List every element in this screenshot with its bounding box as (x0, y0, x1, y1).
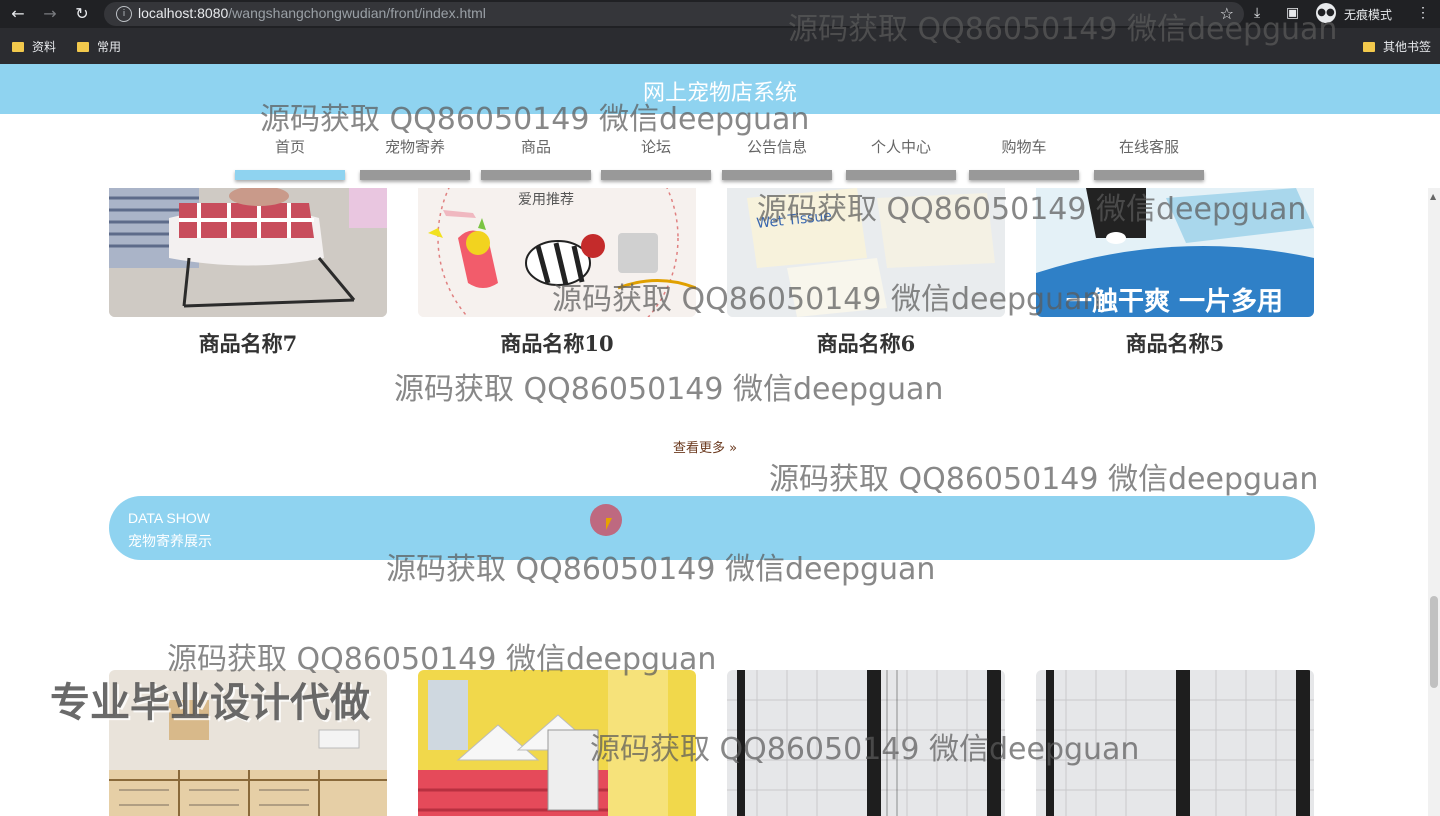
nav-home[interactable]: 首页 (235, 136, 345, 180)
folder-icon (77, 42, 89, 52)
bookmark-star-icon[interactable]: ☆ (1220, 4, 1234, 23)
nav-forum[interactable]: 论坛 (601, 136, 711, 180)
other-bookmarks[interactable]: 其他书签 (1363, 38, 1431, 55)
section-title-cn: 宠物寄养展示 (128, 534, 212, 550)
product-name-5[interactable]: 商品名称5 (1036, 328, 1314, 358)
nav-profile[interactable]: 个人中心 (846, 136, 956, 180)
folder-icon (1363, 42, 1375, 52)
boarding-image-3[interactable] (727, 670, 1005, 816)
address-bar[interactable]: i localhost:8080/wangshangchongwudian/fr… (104, 2, 1244, 26)
folder-icon (12, 42, 24, 52)
product-name-7[interactable]: 商品名称7 (109, 328, 387, 358)
boarding-image-2[interactable] (418, 670, 696, 816)
download-icon[interactable]: ⤓ (1254, 4, 1260, 21)
bookmarks-bar: 资料 常用 其他书签 (0, 28, 1440, 64)
product-name-6[interactable]: 商品名称6 (727, 328, 1005, 358)
scrollbar-thumb[interactable] (1430, 596, 1438, 688)
url-path: /wangshangchongwudian/front/index.html (228, 5, 486, 21)
image-text-recommend: 爱用推荐 (518, 192, 574, 208)
view-more-link[interactable]: 查看更多 » (673, 437, 737, 456)
double-chevron-right-icon: » (729, 441, 738, 456)
page-scrollbar[interactable]: ▲ (1428, 188, 1440, 816)
nav-support[interactable]: 在线客服 (1094, 136, 1204, 180)
nav-announcements[interactable]: 公告信息 (722, 136, 832, 180)
big-watermark: 专业毕业设计代做 (50, 680, 370, 726)
boarding-image-4[interactable] (1036, 670, 1314, 816)
incognito-label: 无痕模式 (1344, 8, 1393, 22)
nav-cart[interactable]: 购物车 (969, 136, 1079, 180)
product-image-5[interactable]: 一触干爽 一片多用 (1036, 188, 1314, 317)
reload-icon[interactable]: ↻ (72, 4, 92, 24)
forward-icon[interactable]: → (40, 4, 60, 24)
nav-pet-boarding[interactable]: 宠物寄养 (360, 136, 470, 180)
product-image-7[interactable] (109, 188, 387, 317)
incognito-icon[interactable]: ●● (1316, 3, 1336, 23)
site-title: 网上宠物店系统 (642, 81, 797, 106)
sidebar-icon[interactable]: ▣ (1286, 4, 1299, 21)
back-icon[interactable]: ← (8, 4, 28, 24)
section-title-en: DATA SHOW (128, 510, 210, 526)
product-image-6[interactable]: Wet Tissue (727, 188, 1005, 317)
main-nav: 首页 宠物寄养 商品 论坛 公告信息 个人中心 购物车 在线客服 (0, 114, 1440, 188)
scroll-up-icon[interactable]: ▲ (1430, 192, 1436, 201)
cursor-pointer-icon (606, 518, 612, 530)
image-text-slogan: 一触干爽 一片多用 (1066, 287, 1283, 317)
section-banner: DATA SHOW 宠物寄养展示 (109, 496, 1315, 560)
info-icon[interactable]: i (116, 6, 132, 22)
menu-kebab-icon[interactable]: ⋮ (1416, 4, 1430, 21)
bookmark-folder-2[interactable]: 常用 (77, 38, 121, 55)
url-host: localhost:8080 (138, 5, 229, 21)
nav-products[interactable]: 商品 (481, 136, 591, 180)
browser-toolbar: ← → ↻ i localhost:8080/wangshangchongwud… (0, 0, 1440, 28)
product-image-10[interactable]: 爱用推荐 (418, 188, 696, 317)
bookmark-folder-1[interactable]: 资料 (12, 38, 56, 55)
site-header: 网上宠物店系统 (0, 64, 1440, 114)
product-name-10[interactable]: 商品名称10 (418, 328, 696, 358)
